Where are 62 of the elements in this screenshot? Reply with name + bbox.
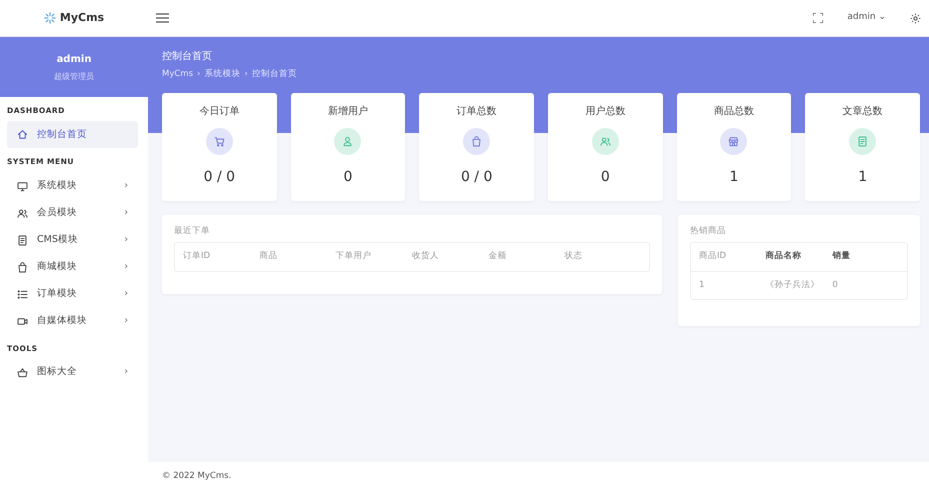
chevron-icon: ›	[124, 365, 128, 380]
sidebar-item[interactable]: 控制台首页	[7, 121, 138, 148]
column-header: 状态	[564, 250, 584, 264]
chevron-icon: ›	[124, 286, 128, 302]
stat-value: 0	[600, 168, 610, 187]
chevron-icon: ›	[124, 232, 128, 248]
footer-text: © 2022 MyCms.	[162, 470, 232, 482]
stat-label: 用户总数	[585, 104, 626, 119]
page-title: 控制台首页	[162, 50, 213, 64]
column-header: 下单用户	[336, 250, 373, 264]
chevron-icon: ›	[124, 206, 128, 220]
stat-label: 商品总数	[714, 104, 754, 119]
column-header: 商品	[259, 250, 278, 264]
list-icon	[17, 288, 28, 300]
fullscreen-button[interactable]	[813, 13, 824, 23]
document-icon	[17, 234, 28, 246]
stat-value: 1	[730, 168, 738, 187]
sidebar-item[interactable]: 订单模块 ›	[7, 280, 138, 308]
breadcrumb-separator: ›	[244, 68, 248, 81]
stat-label: 文章总数	[842, 104, 883, 119]
breadcrumb-current: 控制台首页	[252, 68, 297, 81]
stat-value: 0 / 0	[460, 168, 492, 187]
table-cell-text: 0	[832, 278, 839, 292]
user-menu[interactable]: admin ⌄	[847, 11, 886, 25]
home-icon	[17, 129, 28, 140]
user-name: admin	[56, 52, 92, 66]
breadcrumb-separator: ›	[197, 68, 200, 81]
sidebar-item[interactable]: 自媒体模块 ›	[7, 308, 138, 334]
panel-title: 最近下单	[174, 225, 211, 238]
basket-icon	[17, 366, 28, 378]
bag-icon	[17, 262, 28, 272]
chevron-icon: ›	[124, 178, 128, 194]
menu-button[interactable]	[156, 13, 169, 23]
video-icon	[17, 316, 28, 326]
stat-label: 新增用户	[328, 104, 368, 119]
stat-value: 0 / 0	[204, 168, 236, 187]
brand-name: MyCms	[60, 10, 104, 26]
monitor-icon	[17, 180, 28, 192]
column-header: 商品名称	[766, 250, 803, 264]
users-icon	[17, 208, 28, 218]
chevron-icon: ›	[124, 314, 128, 328]
chevron-icon: ›	[124, 260, 128, 274]
table-cell-text: 1	[699, 278, 706, 292]
user-role: 超级管理员	[54, 70, 94, 82]
sidebar-item[interactable]: 商城模块 ›	[7, 254, 138, 280]
column-header: 收货人	[412, 250, 440, 264]
settings-button[interactable]	[910, 12, 921, 24]
sidebar-item[interactable]: 图标大全 ›	[7, 358, 138, 386]
column-header: 金额	[488, 250, 508, 264]
stat-value: 0	[344, 168, 352, 187]
sidebar-item[interactable]: CMS模块 ›	[7, 226, 138, 254]
column-header: 订单ID	[183, 250, 212, 264]
table-cell-text: 《孙子兵法》	[766, 278, 821, 292]
sidebar-item[interactable]: 系统模块 ›	[7, 172, 138, 200]
column-header: 销量	[832, 250, 852, 264]
column-header: 商品ID	[699, 250, 728, 264]
stat-value: 1	[858, 168, 868, 187]
panel-title: 热销商品	[690, 225, 727, 238]
stat-label: 订单总数	[456, 104, 497, 119]
sidebar-item[interactable]: 会员模块 ›	[7, 200, 138, 226]
logo-icon	[44, 12, 56, 24]
stat-label: 今日订单	[199, 104, 240, 119]
